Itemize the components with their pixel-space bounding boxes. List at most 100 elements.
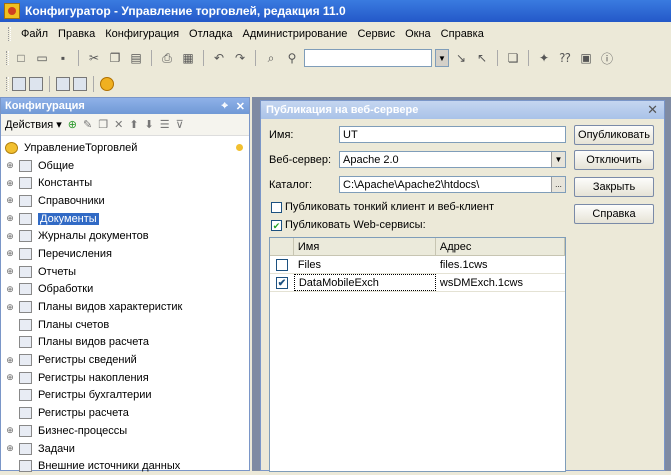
menu-configuration[interactable]: Конфигурация <box>105 28 179 40</box>
save-configuration-icon[interactable] <box>56 77 70 91</box>
sort-icon[interactable]: ☰ <box>160 118 170 131</box>
help-content-icon[interactable]: ⁇ <box>556 49 574 67</box>
tree-item-calculation-types[interactable]: Планы видов расчета <box>1 334 249 352</box>
actions-menu-button[interactable]: Действия ▾ <box>5 118 62 131</box>
tree-item-calculation-registers[interactable]: Регистры расчета <box>1 404 249 422</box>
move-down-icon[interactable]: ⬇ <box>145 118 154 131</box>
tasks-icon <box>19 442 32 455</box>
disable-button[interactable]: Отключить <box>574 150 654 170</box>
tree-item-constants[interactable]: ⊕ Константы <box>1 174 249 192</box>
close-icon[interactable]: ✕ <box>647 102 658 118</box>
expand-icon[interactable]: ⊕ <box>5 302 15 313</box>
close-button[interactable]: Закрыть <box>574 177 654 197</box>
print-preview-icon[interactable]: ▦ <box>179 49 197 67</box>
syntax-assistant-icon[interactable]: ✦ <box>535 49 553 67</box>
expand-icon[interactable]: ⊕ <box>5 443 15 454</box>
save-icon[interactable]: ▪ <box>54 49 72 67</box>
database-config-icon[interactable] <box>73 77 87 91</box>
search-icon[interactable]: ⚲ <box>283 49 301 67</box>
tree-item-characteristic-types[interactable]: ⊕ Планы видов характеристик <box>1 298 249 316</box>
search-input[interactable] <box>304 49 432 67</box>
expand-icon[interactable]: ⊕ <box>5 355 15 366</box>
redo-icon[interactable]: ↷ <box>231 49 249 67</box>
chevron-down-icon[interactable]: ▼ <box>551 152 565 167</box>
row-check-cell[interactable] <box>270 256 294 273</box>
pin-icon[interactable]: ⌖ <box>222 100 228 113</box>
tree-item-information-registers[interactable]: ⊕ Регистры сведений <box>1 351 249 369</box>
column-header-name[interactable]: Имя <box>294 238 436 255</box>
info-icon[interactable]: ⓘ <box>598 49 616 67</box>
add-icon[interactable]: ⊕ <box>68 118 77 131</box>
checkbox-checked-icon[interactable]: ✔ <box>275 276 288 289</box>
expand-icon[interactable]: ⊕ <box>5 195 15 206</box>
copy-icon[interactable]: ❐ <box>98 118 108 131</box>
tree-item-accumulation-registers[interactable]: ⊕ Регистры накопления <box>1 369 249 387</box>
open-configuration-icon[interactable] <box>12 77 26 91</box>
copy-icon[interactable]: ❐ <box>106 49 124 67</box>
thin-client-checkbox[interactable]: Публиковать тонкий клиент и веб-клиент <box>271 201 494 213</box>
menu-debug[interactable]: Отладка <box>189 28 232 40</box>
tree-item-reports[interactable]: ⊕ Отчеты <box>1 263 249 281</box>
new-file-icon[interactable]: □ <box>12 49 30 67</box>
expand-icon[interactable]: ⊕ <box>5 178 15 189</box>
menu-edit[interactable]: Правка <box>58 28 95 40</box>
menu-help[interactable]: Справка <box>441 28 484 40</box>
expand-icon[interactable]: ⊕ <box>5 372 15 383</box>
table-row[interactable]: Files files.1cws <box>270 256 565 274</box>
expand-icon[interactable]: ⊕ <box>5 231 15 242</box>
tree-item-charts-of-accounts[interactable]: Планы счетов <box>1 316 249 334</box>
checkbox-unchecked-icon[interactable] <box>271 201 282 213</box>
menu-windows[interactable]: Окна <box>405 28 431 40</box>
tree-item-catalogs[interactable]: ⊕ Справочники <box>1 192 249 210</box>
delete-icon[interactable]: ✕ <box>114 118 123 131</box>
publish-button[interactable]: Опубликовать <box>574 125 654 145</box>
expand-icon[interactable]: ⊕ <box>5 266 15 277</box>
expand-icon[interactable]: ⊕ <box>5 160 15 171</box>
checkbox-unchecked-icon[interactable] <box>275 258 288 271</box>
tree-item-data-processors[interactable]: ⊕ Обработки <box>1 281 249 299</box>
tree-item-documents[interactable]: ⊕ Документы <box>1 210 249 228</box>
expand-icon[interactable]: ⊕ <box>5 213 15 224</box>
edit-icon[interactable]: ✎ <box>83 118 92 131</box>
help-book-icon[interactable]: ▣ <box>577 49 595 67</box>
cut-icon[interactable]: ✂ <box>85 49 103 67</box>
help-button[interactable]: Справка <box>574 204 654 224</box>
tree-item-root[interactable]: УправлениеТорговлей <box>1 139 249 157</box>
name-field[interactable]: UT <box>339 126 566 143</box>
find-previous-icon[interactable]: ↖ <box>473 49 491 67</box>
print-icon[interactable]: ⎙ <box>158 49 176 67</box>
tree-item-business-processes[interactable]: ⊕ Бизнес-процессы <box>1 422 249 440</box>
expand-icon[interactable]: ⊕ <box>5 248 15 259</box>
expand-icon[interactable]: ⊕ <box>5 425 15 436</box>
move-up-icon[interactable]: ⬆ <box>129 118 138 131</box>
menu-administration[interactable]: Администрирование <box>243 28 348 40</box>
menu-file[interactable]: Файл <box>21 28 48 40</box>
tree-item-accounting-registers[interactable]: Регистры бухгалтерии <box>1 387 249 405</box>
checkbox-checked-icon[interactable]: ✔ <box>271 219 282 231</box>
catalog-field[interactable]: C:\Apache\Apache2\htdocs\ ... <box>339 176 566 193</box>
menu-service[interactable]: Сервис <box>357 28 395 40</box>
start-debugging-icon[interactable] <box>100 77 114 91</box>
tree-item-common[interactable]: ⊕ Общие <box>1 157 249 175</box>
tree-item-external-data-sources[interactable]: Внешние источники данных <box>1 457 249 475</box>
tree-item-document-journals[interactable]: ⊕ Журналы документов <box>1 227 249 245</box>
web-server-select[interactable]: Apache 2.0 ▼ <box>339 151 566 168</box>
tree-item-tasks[interactable]: ⊕ Задачи <box>1 440 249 458</box>
browse-button[interactable]: ... <box>551 177 565 192</box>
find-next-icon[interactable]: ↘ <box>452 49 470 67</box>
update-database-icon[interactable] <box>29 77 43 91</box>
close-icon[interactable]: ✕ <box>236 100 245 113</box>
filter-icon[interactable]: ⊽ <box>176 118 184 131</box>
window-list-icon[interactable]: ❏ <box>504 49 522 67</box>
find-in-tree-icon[interactable]: ⌕ <box>262 49 280 67</box>
row-check-cell[interactable]: ✔ <box>270 274 294 291</box>
tree-item-enums[interactable]: ⊕ Перечисления <box>1 245 249 263</box>
paste-icon[interactable]: ▤ <box>127 49 145 67</box>
undo-icon[interactable]: ↶ <box>210 49 228 67</box>
open-folder-icon[interactable]: ▭ <box>33 49 51 67</box>
search-dropdown-button[interactable]: ▼ <box>435 49 449 67</box>
web-services-checkbox[interactable]: ✔ Публиковать Web-сервисы: <box>271 219 426 231</box>
expand-icon[interactable]: ⊕ <box>5 284 15 295</box>
table-row[interactable]: ✔ DataMobileExch wsDMExch.1cws <box>270 274 565 292</box>
column-header-address[interactable]: Адрес <box>436 238 565 255</box>
